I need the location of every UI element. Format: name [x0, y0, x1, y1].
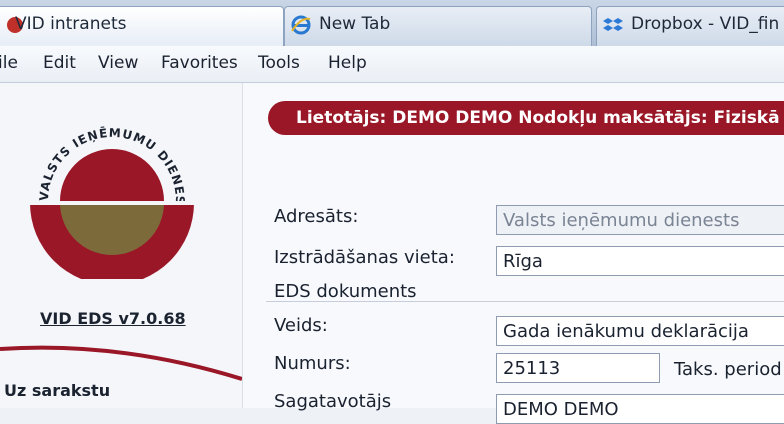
ie-icon — [291, 15, 311, 35]
tab-label: Dropbox - VID_fin — [631, 14, 780, 34]
sagatavotajs-label: Sagatavotājs — [274, 391, 392, 412]
sagatavotajs-field[interactable]: DEMO DEMO — [496, 394, 784, 424]
tab-new-tab[interactable]: New Tab — [284, 6, 592, 47]
numurs-label: Numurs: — [274, 353, 351, 374]
menu-view[interactable]: View — [98, 53, 138, 73]
menu-favorites[interactable]: Favorites — [161, 53, 238, 73]
menu-tools[interactable]: Tools — [258, 53, 300, 73]
version-link[interactable]: VID EDS v7.0.68 — [40, 309, 186, 328]
tab-dropbox[interactable]: Dropbox - VID_fin — [596, 6, 784, 47]
menu-bar: ile Edit View Favorites Tools Help — [0, 46, 784, 83]
vid-logo: VALSTS IEŅĒMUMU DIENESTS — [16, 89, 194, 279]
numurs-field[interactable]: 25113 — [496, 353, 660, 383]
menu-help[interactable]: Help — [328, 53, 367, 73]
adresats-label: Adresāts: — [274, 206, 359, 227]
back-to-list-link[interactable]: Uz sarakstu — [4, 381, 110, 400]
tab-bar: VID intranets New Tab Dropbox - VID_fin — [0, 0, 784, 47]
section-title: EDS dokuments — [274, 281, 417, 302]
left-panel: VALSTS IEŅĒMUMU DIENESTS VID EDS v7.0.68… — [0, 83, 243, 408]
tab-vid-intranets[interactable]: VID intranets — [0, 6, 284, 47]
adresats-field[interactable]: Valsts ieņēmumu dienests — [496, 205, 784, 235]
dropbox-icon — [603, 18, 623, 31]
taks-periods-label: Taks. period — [674, 359, 782, 380]
veids-label: Veids: — [274, 315, 328, 336]
menu-file[interactable]: ile — [0, 53, 18, 73]
user-info-bar: Lietotājs: DEMO DEMO Nodokļu maksātājs: … — [268, 101, 784, 135]
vieta-field[interactable]: Rīga — [496, 246, 784, 276]
veids-field[interactable]: Gada ienākumu deklarācija — [496, 316, 784, 346]
vieta-label: Izstrādāšanas vieta: — [274, 247, 455, 268]
section-divider — [266, 301, 784, 302]
page-content: VALSTS IEŅĒMUMU DIENESTS VID EDS v7.0.68… — [0, 83, 784, 424]
decorative-divider — [0, 345, 242, 381]
menu-edit[interactable]: Edit — [43, 53, 76, 73]
tab-label: New Tab — [319, 14, 391, 34]
tab-label: VID intranets — [15, 14, 127, 34]
